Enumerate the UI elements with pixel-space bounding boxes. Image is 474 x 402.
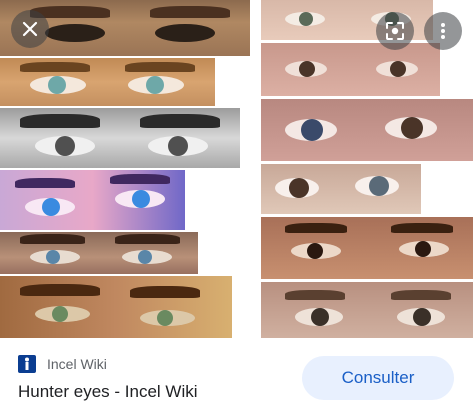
eye-photo-crop <box>0 58 215 106</box>
eye-photo-crop <box>0 232 198 274</box>
more-vertical-icon <box>441 23 445 39</box>
eye-photo-crop <box>261 99 473 161</box>
close-icon <box>22 21 38 37</box>
source-name: Incel Wiki <box>47 356 107 372</box>
close-button[interactable] <box>11 10 49 48</box>
more-options-button[interactable] <box>424 12 462 50</box>
eye-photo-crop <box>0 276 232 338</box>
google-lens-button[interactable] <box>376 12 414 50</box>
visit-button[interactable]: Consulter <box>302 356 454 400</box>
eye-photo-crop <box>0 170 185 230</box>
eye-photo-crop <box>261 43 440 96</box>
eye-photo-crop <box>261 217 473 279</box>
result-title[interactable]: Hunter eyes - Incel Wiki <box>18 382 198 402</box>
person-icon <box>25 357 29 370</box>
site-favicon <box>18 355 36 373</box>
google-lens-icon <box>386 22 404 40</box>
eye-photo-crop <box>0 108 240 168</box>
eye-photo-crop <box>261 164 421 214</box>
result-image[interactable] <box>0 0 474 338</box>
eye-photo-crop <box>261 282 473 338</box>
source-row[interactable]: Incel Wiki <box>18 355 107 373</box>
